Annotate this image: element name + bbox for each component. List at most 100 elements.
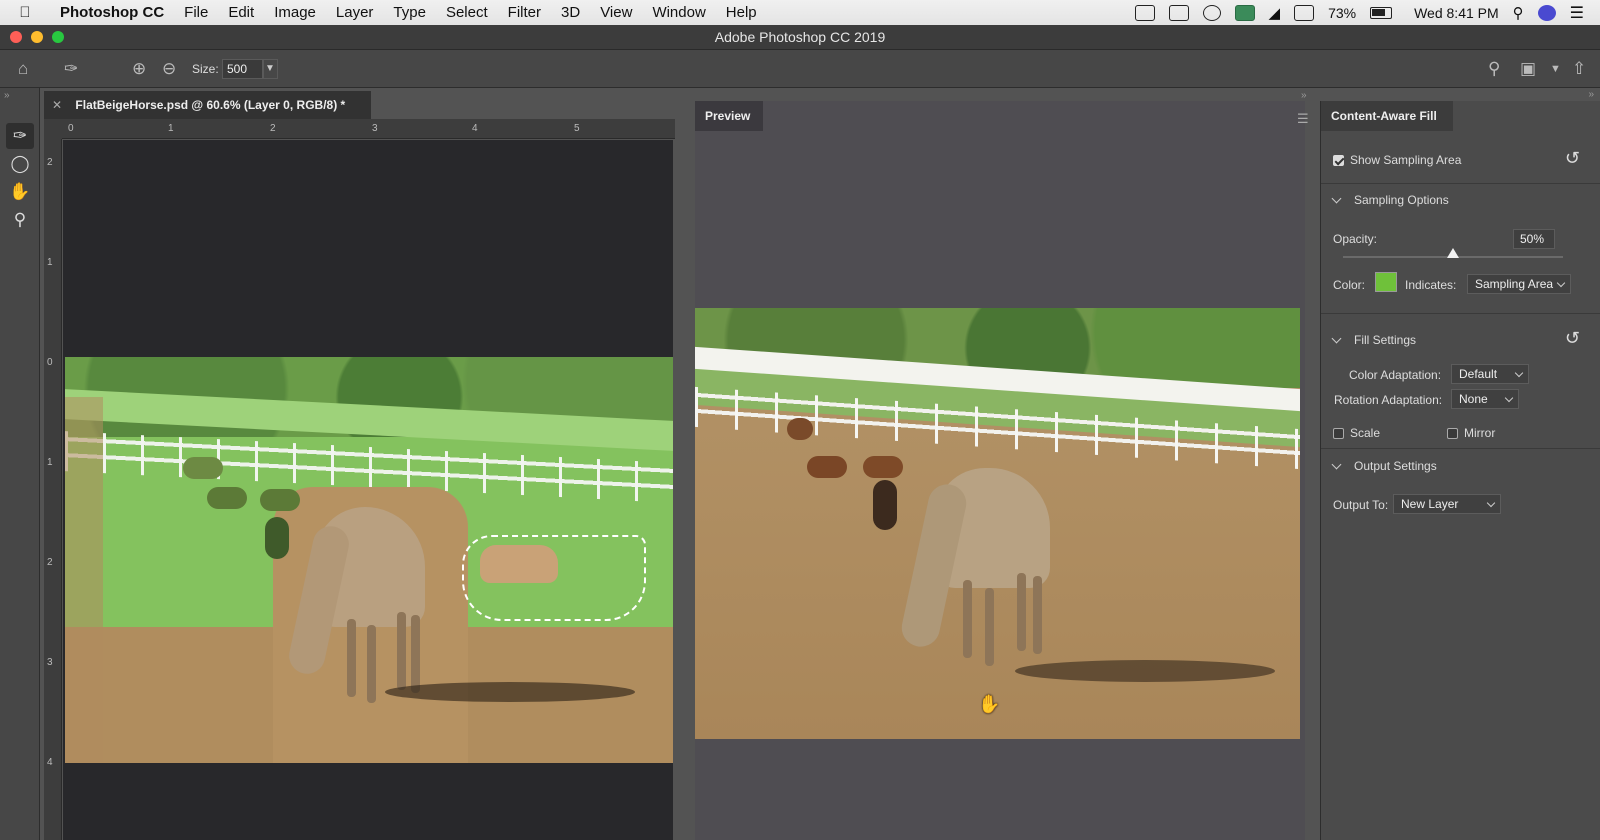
screen-record-icon[interactable] bbox=[1134, 4, 1155, 21]
opacity-input[interactable]: 50% bbox=[1513, 229, 1555, 249]
show-sampling-area-option[interactable]: Show Sampling Area bbox=[1333, 153, 1461, 167]
chevron-down-icon bbox=[1331, 333, 1342, 343]
ruler-v-label: 2 bbox=[47, 157, 53, 168]
close-document-icon[interactable]: ✕ bbox=[52, 98, 62, 112]
horse-leg bbox=[963, 580, 972, 658]
output-settings-label: Output Settings bbox=[1354, 459, 1437, 473]
clock[interactable]: Wed 8:41 PM bbox=[1414, 5, 1499, 21]
ruler-v-label: 4 bbox=[47, 757, 53, 768]
lasso-icon[interactable]: ◯ bbox=[6, 151, 34, 177]
chevron-down-icon bbox=[1331, 459, 1342, 469]
horse-leg bbox=[1033, 576, 1042, 654]
preview-tab[interactable]: Preview bbox=[695, 101, 763, 131]
menu-window[interactable]: Window bbox=[642, 4, 715, 21]
document-tab[interactable]: ✕ FlatBeigeHorse.psd @ 60.6% (Layer 0, R… bbox=[44, 91, 371, 119]
zoom-window-button[interactable] bbox=[52, 31, 64, 43]
menu-app-name[interactable]: Photoshop CC bbox=[50, 4, 174, 21]
battery-icon[interactable] bbox=[1370, 6, 1393, 19]
indicates-dropdown[interactable]: Sampling Area bbox=[1467, 274, 1571, 294]
color-adaptation-dropdown[interactable]: Default bbox=[1451, 364, 1529, 384]
menu-help[interactable]: Help bbox=[716, 4, 767, 21]
rotation-adaptation-dropdown[interactable]: None bbox=[1451, 389, 1519, 409]
siri-icon[interactable] bbox=[1537, 4, 1556, 21]
workspace-chevron-icon[interactable]: ▼ bbox=[1550, 63, 1561, 75]
menu-type[interactable]: Type bbox=[383, 4, 436, 21]
menu-file[interactable]: File bbox=[174, 4, 218, 21]
scale-checkbox[interactable] bbox=[1333, 427, 1344, 439]
share-icon[interactable]: ⇧ bbox=[1572, 59, 1586, 79]
show-sampling-area-checkbox[interactable] bbox=[1333, 154, 1344, 166]
distant-horse bbox=[265, 517, 289, 559]
notification-list-icon[interactable]: ☰ bbox=[1570, 3, 1584, 23]
ruler-corner bbox=[44, 119, 62, 139]
zoom-tool-icon[interactable]: ⚲ bbox=[6, 207, 34, 233]
menu-edit[interactable]: Edit bbox=[218, 4, 264, 21]
distant-horse bbox=[807, 456, 847, 478]
add-to-sampling-icon[interactable]: ⊕ bbox=[132, 59, 146, 79]
sampling-brush-tool-icon[interactable]: ✑ bbox=[64, 59, 78, 79]
wifi-icon[interactable]: ◢ bbox=[1269, 4, 1281, 22]
tools-collapse-icon[interactable]: » bbox=[4, 90, 10, 101]
preview-horse-shadow bbox=[1015, 660, 1275, 682]
document-image[interactable] bbox=[65, 357, 673, 763]
menu-filter[interactable]: Filter bbox=[498, 4, 551, 21]
menu-view[interactable]: View bbox=[590, 4, 642, 21]
show-sampling-area-label: Show Sampling Area bbox=[1350, 153, 1462, 167]
hand-tool-icon[interactable]: ✋ bbox=[6, 179, 34, 205]
scale-option[interactable]: Scale bbox=[1333, 426, 1380, 440]
output-settings-header[interactable]: Output Settings bbox=[1331, 459, 1437, 473]
sampling-options-header[interactable]: Sampling Options bbox=[1331, 193, 1449, 207]
selection-marquee[interactable] bbox=[462, 535, 646, 621]
ruler-h-label: 3 bbox=[372, 123, 378, 134]
panel-collapse-icon[interactable]: » bbox=[1588, 89, 1594, 100]
home-icon[interactable]: ⌂ bbox=[18, 59, 28, 79]
preview-collapse-icon[interactable]: » bbox=[1301, 90, 1307, 101]
battery-percent: 73% bbox=[1328, 4, 1357, 21]
ruler-v-label: 2 bbox=[47, 557, 53, 568]
menu-3d[interactable]: 3D bbox=[551, 4, 590, 21]
horse-leg bbox=[1017, 573, 1026, 651]
sampling-brush-icon[interactable]: ✑ bbox=[6, 123, 34, 149]
preview-image[interactable] bbox=[695, 308, 1300, 739]
menu-layer[interactable]: Layer bbox=[326, 4, 384, 21]
opacity-slider[interactable] bbox=[1343, 248, 1563, 258]
mirror-checkbox[interactable] bbox=[1447, 427, 1458, 439]
menu-image[interactable]: Image bbox=[264, 4, 326, 21]
shield-icon[interactable] bbox=[1168, 4, 1189, 21]
content-aware-fill-tab[interactable]: Content-Aware Fill bbox=[1321, 101, 1453, 131]
window-title: Adobe Photoshop CC 2019 bbox=[714, 29, 886, 45]
distant-horse bbox=[207, 487, 247, 509]
mac-menubar:  Photoshop CC File Edit Image Layer Typ… bbox=[0, 0, 1600, 25]
subtract-from-sampling-icon[interactable]: ⊖ bbox=[162, 59, 176, 79]
mirror-option[interactable]: Mirror bbox=[1447, 426, 1495, 440]
spotlight-search-icon[interactable]: ⚲ bbox=[1513, 4, 1524, 22]
tools-panel: » ✑ ◯ ✋ ⚲ bbox=[0, 88, 40, 840]
workspace-icon[interactable]: ▣ bbox=[1520, 59, 1536, 79]
brush-size-dropdown[interactable]: ▼ bbox=[262, 59, 278, 79]
overlay-color-swatch[interactable] bbox=[1375, 272, 1397, 292]
reset-fill-settings-icon[interactable]: ↺ bbox=[1565, 328, 1580, 349]
vertical-ruler: 2 1 0 1 2 3 4 bbox=[44, 139, 62, 840]
menu-select[interactable]: Select bbox=[436, 4, 498, 21]
horse-leg bbox=[397, 612, 406, 690]
creative-cloud-icon[interactable] bbox=[1202, 4, 1221, 21]
preview-panel-menu-icon[interactable]: ☰ bbox=[1297, 111, 1309, 127]
document-tab-title: FlatBeigeHorse.psd @ 60.6% (Layer 0, RGB… bbox=[75, 98, 346, 112]
brush-size-input[interactable]: 500 bbox=[222, 59, 264, 79]
minimize-window-button[interactable] bbox=[31, 31, 43, 43]
options-bar: ⌂ ✑ ⊕ ⊖ Size: 500 ▼ ⚲ ▣ ▼ ⇧ bbox=[0, 50, 1600, 88]
apple-icon[interactable]:  bbox=[0, 4, 50, 21]
ruler-h-label: 0 bbox=[68, 123, 74, 134]
airplay-icon[interactable] bbox=[1294, 4, 1315, 21]
fill-settings-label: Fill Settings bbox=[1354, 333, 1417, 347]
reset-sampling-icon[interactable]: ↺ bbox=[1565, 148, 1580, 169]
close-window-button[interactable] bbox=[10, 31, 22, 43]
app-badge-icon[interactable] bbox=[1234, 4, 1255, 21]
output-to-dropdown[interactable]: New Layer bbox=[1393, 494, 1501, 514]
search-icon[interactable]: ⚲ bbox=[1488, 59, 1500, 79]
ruler-v-label: 0 bbox=[47, 357, 53, 368]
horse-leg bbox=[985, 588, 994, 666]
fill-settings-header[interactable]: Fill Settings bbox=[1331, 333, 1417, 347]
horse-leg bbox=[347, 619, 356, 697]
opacity-slider-thumb[interactable] bbox=[1447, 248, 1459, 258]
